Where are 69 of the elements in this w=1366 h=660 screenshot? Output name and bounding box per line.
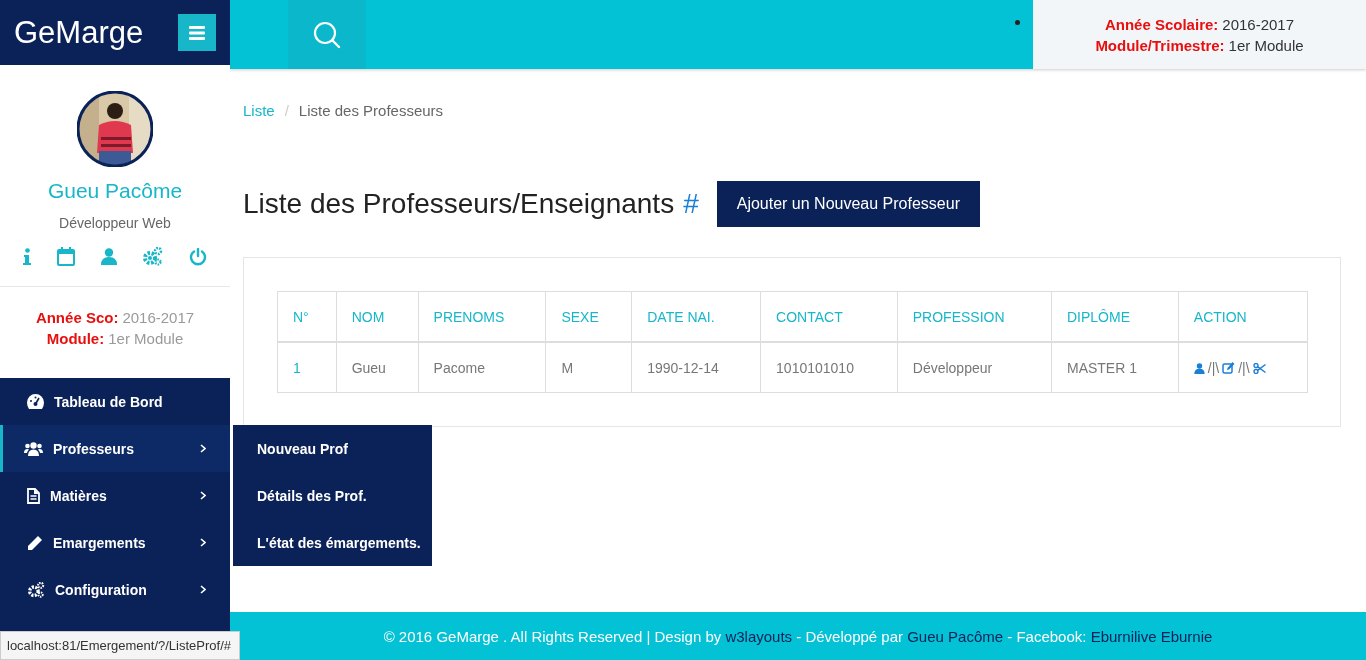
- profile-role: Développeur Web: [59, 215, 171, 231]
- pencil-icon: [27, 534, 43, 551]
- settings-icon[interactable]: [142, 247, 164, 266]
- add-button[interactable]: Ajouter un Nouveau Professeur: [716, 181, 980, 227]
- column-header: DIPLÔME: [1051, 291, 1179, 342]
- chevron-icon: [200, 444, 206, 453]
- table-cell: 1990-12-14: [631, 342, 761, 393]
- hash-link[interactable]: #: [683, 188, 699, 220]
- info-label: Module/Trimestre:: [1095, 36, 1225, 54]
- chevron-icon: [200, 585, 206, 594]
- table-cell: MASTER 1: [1051, 342, 1179, 393]
- info-value: 2016-2017: [1222, 15, 1295, 33]
- column-header: NOM: [336, 291, 419, 342]
- info-icon[interactable]: [23, 248, 31, 265]
- chevron-icon: [200, 491, 206, 500]
- chevron-icon: [200, 538, 206, 547]
- settings-icon: [27, 581, 45, 598]
- search-icon: [313, 20, 341, 49]
- user-icon[interactable]: [1193, 362, 1205, 374]
- separator-text: /|\: [1207, 360, 1220, 377]
- search-button[interactable]: [288, 0, 366, 69]
- nav-item[interactable]: Matières: [0, 472, 230, 519]
- breadcrumb-current: Liste des Professeurs: [298, 102, 444, 119]
- footer-text: © 2016 GeMarge . All Rights Reserved | Design by w3layouts - Développé par Gueu Pacôme - Facebook: Eburnilive Eburnie: [383, 627, 1213, 645]
- table-cell: 1010101010: [760, 342, 898, 393]
- info-label: Année Scolaire:: [1104, 15, 1219, 33]
- info-label: Module:: [46, 330, 105, 347]
- table-cell: M: [545, 342, 632, 393]
- info-label: Année Sco:: [35, 309, 119, 326]
- scissors-icon[interactable]: [1252, 362, 1266, 374]
- column-header: PRENOMS: [418, 291, 546, 342]
- nav-item[interactable]: Emargements: [0, 519, 230, 566]
- submenu-item[interactable]: Nouveau Prof: [233, 425, 432, 472]
- menu-icon: [189, 25, 205, 40]
- column-header: ACTION: [1178, 291, 1308, 342]
- submenu-item[interactable]: L'état des émargements.: [233, 519, 432, 566]
- footer-link[interactable]: Eburnilive Eburnie: [1090, 627, 1213, 645]
- status-url: localhost:81/Emergement/?/ListeProf/#: [0, 631, 240, 660]
- info-value: 1er Module: [1228, 36, 1304, 54]
- bullet-dot: [1015, 20, 1020, 25]
- footer-link[interactable]: Gueu Pacôme: [907, 627, 1004, 645]
- column-header: PROFESSION: [897, 291, 1052, 342]
- user-icon[interactable]: [100, 248, 117, 265]
- info-value: 2016-2017: [122, 309, 195, 326]
- menu-button[interactable]: [178, 14, 216, 51]
- footer-link[interactable]: w3layouts: [725, 627, 793, 645]
- power-icon[interactable]: [189, 247, 207, 266]
- column-header: N°: [277, 291, 337, 342]
- nav-item[interactable]: Tableau de Bord: [0, 378, 230, 425]
- dashboard-icon: [27, 394, 44, 409]
- edit-icon[interactable]: [1222, 362, 1236, 375]
- separator-text: /|\: [1238, 360, 1250, 377]
- column-header: DATE NAI.: [631, 291, 761, 342]
- profile-name: Gueu Pacôme: [47, 179, 183, 203]
- document-icon: [27, 487, 40, 504]
- calendar-icon[interactable]: [56, 247, 75, 266]
- users-icon: [24, 441, 43, 456]
- table-cell: Gueu: [336, 342, 419, 393]
- breadcrumb-separator: /: [284, 102, 289, 119]
- submenu-item[interactable]: Détails des Prof.: [233, 472, 432, 519]
- info-value: 1er Module: [108, 330, 184, 347]
- table-cell: Développeur: [897, 342, 1052, 393]
- nav-item[interactable]: Configuration: [0, 566, 230, 613]
- brand-title: GeMarge: [14, 14, 144, 51]
- column-header: CONTACT: [760, 291, 898, 342]
- table-cell: 1: [277, 342, 337, 393]
- page-title: Liste des Professeurs/Enseignants: [243, 188, 675, 220]
- column-header: SEXE: [545, 291, 632, 342]
- table-cell: Pacome: [418, 342, 546, 393]
